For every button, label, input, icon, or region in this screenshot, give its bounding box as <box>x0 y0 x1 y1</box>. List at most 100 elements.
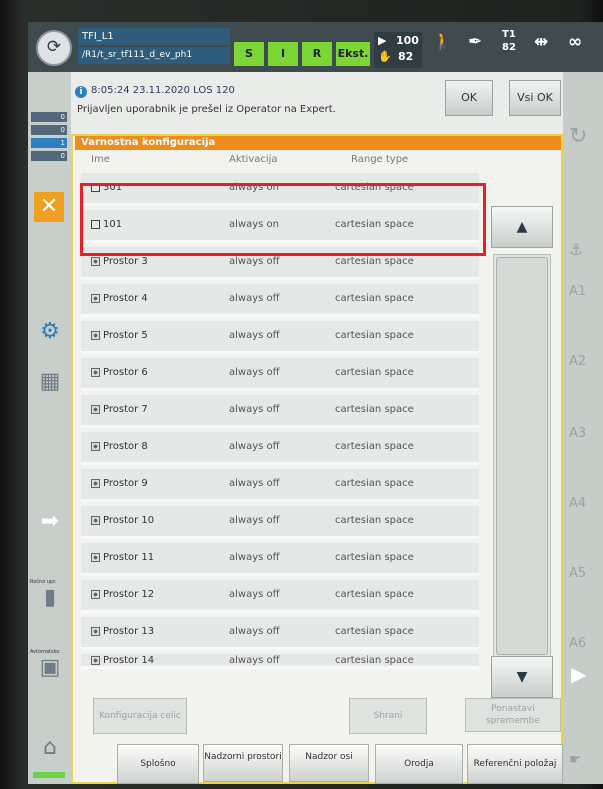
row-name: Prostor 4 <box>91 293 148 304</box>
close-icon[interactable]: ✕ <box>34 192 64 222</box>
table-row[interactable]: Prostor 6 always off cartesian space <box>81 358 479 391</box>
jog-mode-icon[interactable]: ⇹ <box>534 32 548 52</box>
axis-a2[interactable]: A2 <box>569 354 586 369</box>
scrollbar-thumb[interactable] <box>496 257 548 655</box>
save-button[interactable]: Shrani <box>349 698 427 734</box>
scrollbar-track[interactable] <box>493 254 551 658</box>
row-activation: always off <box>229 330 280 341</box>
table-row[interactable]: Prostor 14 always off cartesian space <box>81 654 479 669</box>
axis-a1[interactable]: A1 <box>569 284 586 299</box>
row-range-type: cartesian space <box>335 655 414 666</box>
operating-mode-status[interactable]: Ekst. <box>336 42 370 66</box>
table-row[interactable]: Prostor 8 always off cartesian space <box>81 432 479 465</box>
home-icon[interactable]: ⌂ <box>36 734 64 762</box>
battery-indicator <box>33 772 65 778</box>
row-activation: always off <box>229 256 280 267</box>
space-icon <box>91 293 100 303</box>
row-name: Prostor 3 <box>91 256 148 267</box>
ok-button[interactable]: OK <box>445 80 493 116</box>
kuka-logo-icon[interactable]: ⟳ <box>36 30 72 66</box>
cell-configuration-button[interactable]: Konfiguracija celic <box>93 698 187 734</box>
tab-reference-position[interactable]: Referenčni položaj <box>467 744 563 784</box>
running-man-icon[interactable]: 🚶 <box>432 32 453 52</box>
row-range-type: cartesian space <box>335 515 414 526</box>
infinity-icon[interactable]: ∞ <box>568 32 582 52</box>
tool-number: T1 <box>502 29 516 40</box>
table-row[interactable]: Prostor 9 always off cartesian space <box>81 469 479 502</box>
override-value: 100 <box>396 34 419 47</box>
message-counter-2[interactable]: 0 <box>31 125 67 135</box>
table-row[interactable]: Prostor 10 always off cartesian space <box>81 506 479 539</box>
rotate-icon[interactable]: ↻ <box>569 124 587 149</box>
table-row[interactable]: Prostor 13 always off cartesian space <box>81 617 479 650</box>
axis-a5[interactable]: A5 <box>569 566 586 581</box>
robot-name[interactable]: TFI_L1 <box>78 28 230 45</box>
space-icon <box>91 478 100 488</box>
cell-icon[interactable]: ▣ <box>36 654 64 682</box>
table-row[interactable]: Prostor 7 always off cartesian space <box>81 395 479 428</box>
message-text: Prijavljen uporabnik je prešel iz Operat… <box>77 104 336 115</box>
info-icon: i <box>75 86 87 98</box>
play-icon: ▶ <box>378 34 387 47</box>
hand-icon: ✋ <box>378 50 392 63</box>
table-row[interactable]: Prostor 4 always off cartesian space <box>81 284 479 317</box>
table-row[interactable]: Prostor 12 always off cartesian space <box>81 580 479 613</box>
space-icon <box>91 367 100 377</box>
space-icon <box>91 626 100 636</box>
tool-icon[interactable]: ✒ <box>468 32 482 52</box>
submit-interpreter-status[interactable]: S <box>234 42 264 66</box>
row-activation: always off <box>229 515 280 526</box>
arrow-down-icon: ▼ <box>516 669 528 685</box>
touch-icon[interactable]: ☛ <box>569 752 582 768</box>
table-row[interactable]: Prostor 5 always off cartesian space <box>81 321 479 354</box>
override-status[interactable]: ▶ 100 ✋ 82 <box>374 32 422 68</box>
tab-tools[interactable]: Orodja <box>375 744 463 784</box>
column-header-name: Ime <box>91 154 110 165</box>
row-activation: always off <box>229 478 280 489</box>
row-range-type: cartesian space <box>335 404 414 415</box>
reset-changes-button[interactable]: Ponastavi spremembe <box>465 698 561 732</box>
robot-grid-icon[interactable]: ▦ <box>36 368 64 396</box>
column-header-range-type: Range type <box>351 154 409 165</box>
space-icon <box>91 589 100 599</box>
tool-base-status[interactable]: T1 82 <box>502 28 516 54</box>
arrow-up-icon: ▲ <box>516 219 528 235</box>
drive-icon[interactable]: ▮ <box>36 584 64 612</box>
axis-a4[interactable]: A4 <box>569 496 586 511</box>
drives-status[interactable]: I <box>268 42 298 66</box>
message-counter-4[interactable]: 0 <box>31 151 67 161</box>
scroll-down-button[interactable]: ▼ <box>491 656 553 698</box>
row-name: Prostor 10 <box>91 515 154 526</box>
axis-a3[interactable]: A3 <box>569 426 586 441</box>
space-icon <box>91 655 100 665</box>
gear-icon[interactable]: ⚙ <box>36 318 64 346</box>
row-activation: always off <box>229 293 280 304</box>
table-row[interactable]: Prostor 11 always off cartesian space <box>81 543 479 576</box>
base-number: 82 <box>502 42 516 53</box>
row-name: Prostor 9 <box>91 478 148 489</box>
row-range-type: cartesian space <box>335 552 414 563</box>
row-range-type: cartesian space <box>335 367 414 378</box>
tab-general[interactable]: Splošno <box>117 744 199 784</box>
left-sidebar: 0 0 1 0 ✕ ⚙ ▦ ➡ Ročno upr. ▮ Avtomatsko … <box>28 72 71 784</box>
axis-a6[interactable]: A6 <box>569 636 586 651</box>
tab-monitoring-spaces[interactable]: Nadzorni prostori <box>203 744 283 782</box>
row-activation: always off <box>229 552 280 563</box>
scroll-up-button[interactable]: ▲ <box>491 206 553 248</box>
row-name: Prostor 12 <box>91 589 154 600</box>
space-icon <box>91 441 100 451</box>
all-ok-button[interactable]: Vsi OK <box>509 80 561 116</box>
message-counter-3[interactable]: 1 <box>31 138 67 148</box>
row-name: Prostor 6 <box>91 367 148 378</box>
row-range-type: cartesian space <box>335 478 414 489</box>
space-icon <box>91 552 100 562</box>
arrow-right-icon[interactable]: ➡ <box>36 508 64 536</box>
message-counter-1[interactable]: 0 <box>31 112 67 122</box>
row-activation: always off <box>229 367 280 378</box>
coordinate-icon[interactable]: ⚓ <box>569 240 583 259</box>
program-name[interactable]: /R1/t_sr_tf111_d_ev_ph1 <box>78 47 230 64</box>
tab-axis-monitoring[interactable]: Nadzor osi <box>289 744 369 782</box>
play-icon[interactable]: ▶ <box>571 662 586 686</box>
row-name: Prostor 7 <box>91 404 148 415</box>
robot-interpreter-status[interactable]: R <box>302 42 332 66</box>
